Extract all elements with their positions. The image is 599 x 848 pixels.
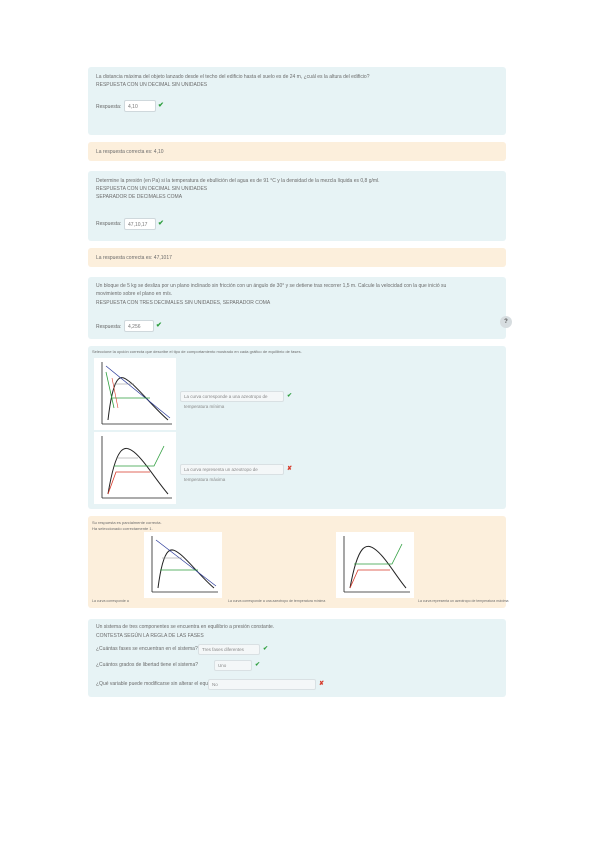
- incorrect-x-icon: ✘: [319, 681, 325, 687]
- answer-label: Respuesta:: [96, 221, 122, 227]
- question-instruction: RESPUESTA CON TRES DECIMALES SIN UNIDADE…: [96, 300, 271, 306]
- correct-check-icon: ✔: [287, 393, 293, 399]
- subquestion-1-select[interactable]: Tres fases diferentes: [198, 644, 260, 655]
- incorrect-x-icon: ✘: [287, 466, 293, 472]
- correct-check-icon: ✔: [156, 322, 162, 329]
- correct-answer-text: La respuesta correcta es: 47,1017: [96, 255, 172, 261]
- feedback-caption-1: La curva corresponde a: [92, 599, 129, 603]
- answer-select-1[interactable]: La curva corresponde a una azeotropo de …: [180, 391, 284, 409]
- correct-check-icon: ✔: [158, 102, 164, 109]
- question-instruction: RESPUESTA CON UN DECIMAL SIN UNIDADES: [96, 82, 208, 88]
- answer-input[interactable]: 4,256: [124, 320, 154, 332]
- question-card-4: Seleccione la opción correcta que descri…: [88, 346, 506, 509]
- question-text: Un sistema de tres componentes se encuen…: [96, 624, 275, 630]
- question-card-5: Un sistema de tres componentes se encuen…: [88, 619, 506, 697]
- question-text: Un bloque de 5 kg se desliza por un plan…: [96, 283, 447, 289]
- question-instruction: CONTESTA SEGÚN LA REGLA DE LAS FASES: [96, 633, 204, 639]
- question-card-3: Un bloque de 5 kg se desliza por un plan…: [88, 277, 506, 339]
- phase-diagram-1: [94, 358, 176, 430]
- correct-check-icon: ✔: [263, 646, 269, 652]
- subquestion-3-select[interactable]: No: [208, 679, 316, 690]
- correct-check-icon: ✔: [158, 220, 164, 227]
- feedback-diagram-2: [336, 532, 414, 598]
- subquestion-3-label: ¿Qué variable puede modificarse sin alte…: [96, 681, 223, 687]
- answer-input[interactable]: 47,10,17: [124, 218, 156, 230]
- feedback-card-4: Su respuesta es parcialmente correcta. H…: [88, 516, 509, 608]
- answer-select-2[interactable]: La curva representa un azeotropo de temp…: [180, 464, 284, 482]
- answer-label: Respuesta:: [96, 324, 122, 330]
- feedback-caption-3: La curva representa un azeotropo de temp…: [418, 599, 509, 603]
- correct-answer-text: La respuesta correcta es: 4,10: [96, 149, 164, 155]
- feedback-card-1: La respuesta correcta es: 4,10: [88, 142, 506, 161]
- help-button[interactable]: ?: [500, 316, 512, 328]
- subquestion-1-label: ¿Cuántas fases se encuentran en el siste…: [96, 646, 198, 652]
- question-text: La distancia máxima del objeto lanzado d…: [96, 74, 370, 80]
- question-instruction: Seleccione la opción correcta que descri…: [92, 349, 302, 354]
- question-card-1: La distancia máxima del objeto lanzado d…: [88, 67, 506, 135]
- subquestion-2-label: ¿Cuántos grados de libertad tiene el sis…: [96, 662, 199, 668]
- question-text: Determine la presión (en Pa) si la tempe…: [96, 178, 380, 184]
- question-instruction: RESPUESTA CON UN DECIMAL SIN UNIDADES: [96, 186, 208, 192]
- feedback-caption-2: La curva corresponde a una azeotropo de …: [228, 599, 326, 603]
- correct-check-icon: ✔: [255, 662, 261, 668]
- question-text-2: movimiento sobre el plano en m/s.: [96, 291, 173, 297]
- question-card-2: Determine la presión (en Pa) si la tempe…: [88, 171, 506, 241]
- feedback-diagram-1: [144, 532, 222, 598]
- question-instruction-2: SEPARADOR DE DECIMALES COMA: [96, 194, 183, 200]
- feedback-card-2: La respuesta correcta es: 47,1017: [88, 248, 506, 267]
- answer-label: Respuesta:: [96, 104, 122, 110]
- phase-diagram-2: [94, 432, 176, 504]
- subquestion-2-select[interactable]: Uno: [214, 660, 252, 671]
- answer-input[interactable]: 4,10: [124, 100, 156, 112]
